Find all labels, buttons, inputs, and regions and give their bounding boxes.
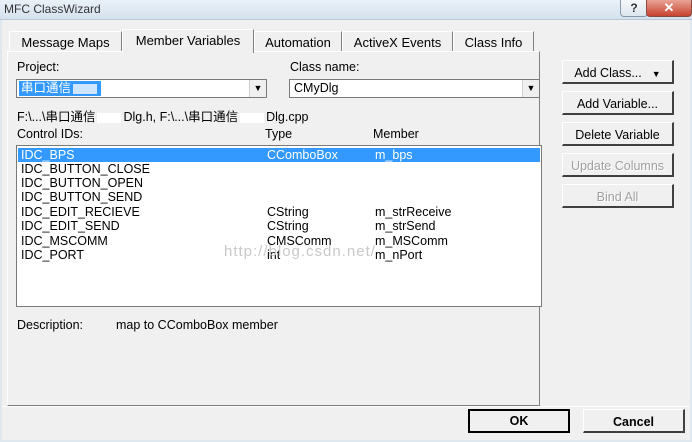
class-name-value: CMyDlg [294,81,339,95]
delete-variable-button[interactable]: Delete Variable [562,122,674,146]
table-row[interactable]: IDC_BUTTON_OPEN [18,176,540,190]
cancel-button[interactable]: Cancel [583,409,685,433]
chevron-down-icon[interactable]: ▼ [522,80,539,97]
project-combo[interactable]: 串口通信 ▼ [16,79,267,98]
add-class-button[interactable]: Add Class... ▼ [562,60,674,84]
window-title: MFC ClassWizard [4,2,101,16]
title-bar: MFC ClassWizard ? ✕ [0,0,692,20]
chevron-down-icon: ▼ [651,69,661,79]
member-header: Member [373,127,419,141]
description-label: Description: [17,318,83,332]
table-row[interactable]: IDC_BUTTON_CLOSE [18,162,540,176]
type-header: Type [265,127,293,141]
add-variable-button[interactable]: Add Variable... [562,91,674,115]
dialog-client: Message Maps Member Variables Automation… [2,20,690,440]
description-value: map to CComboBox member [116,318,278,332]
project-value: 串口通信 [19,81,102,96]
update-columns-button[interactable]: Update Columns [562,153,674,177]
tab-member-variables[interactable]: Member Variables [122,29,254,53]
tab-message-maps[interactable]: Message Maps [9,31,122,52]
tab-activex-events[interactable]: ActiveX Events [342,31,453,52]
control-ids-header: Control IDs: [17,127,83,141]
table-row[interactable]: IDC_EDIT_SEND CString m_strSend [18,219,540,233]
file-path: F:\...\串口通信 Dlg.h, F:\...\串口通信 Dlg.cpp [17,110,309,124]
table-row[interactable]: IDC_BUTTON_SEND [18,190,540,204]
control-ids-list[interactable]: IDC_BPS CComboBox m_bps IDC_BUTTON_CLOSE I… [16,145,542,307]
table-row[interactable]: IDC_BPS CComboBox m_bps [18,148,540,162]
watermark: http://blog.csdn.net/ [224,243,376,260]
class-name-label: Class name: [290,60,360,74]
ok-button[interactable]: OK [468,409,570,433]
class-name-combo[interactable]: CMyDlg ▼ [289,79,540,98]
footer-divider [2,406,690,407]
bind-all-button[interactable]: Bind All [562,184,674,208]
table-row[interactable]: IDC_EDIT_RECIEVE CString m_strReceive [18,205,540,219]
close-button[interactable]: ✕ [646,0,692,17]
chevron-down-icon[interactable]: ▼ [249,80,266,97]
project-label: Project: [17,60,60,74]
help-button[interactable]: ? [620,0,648,17]
tab-class-info[interactable]: Class Info [453,31,534,52]
tab-automation[interactable]: Automation [254,31,342,52]
